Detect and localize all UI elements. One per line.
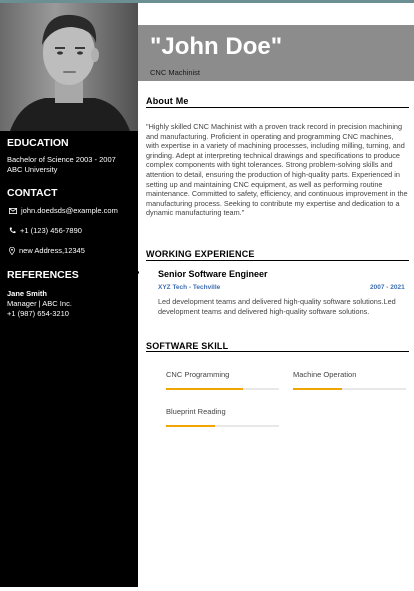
education-school: ABC University (7, 165, 58, 174)
job-company: XYZ Tech - Techville (158, 284, 221, 291)
skill-bar-fill (166, 388, 243, 390)
contact-email: john.doedsds@example.com (21, 206, 118, 215)
contact-email-row[interactable]: john.doedsds@example.com (9, 206, 118, 215)
skill-bar (166, 425, 279, 427)
skill-label: CNC Programming (166, 370, 230, 379)
skills-heading: SOFTWARE SKILL (146, 341, 229, 351)
about-heading: About Me (146, 96, 189, 106)
skill-bar (166, 388, 279, 390)
skill-bar-fill (293, 388, 342, 390)
skill-bar-fill (166, 425, 215, 427)
skill-label: Machine Operation (293, 370, 357, 379)
education-degree: Bachelor of Science 2003 - 2007 (7, 155, 116, 164)
about-divider (146, 107, 409, 108)
contact-address-row: new Address,12345 (9, 246, 85, 255)
job-title-subtitle: CNC Machinist (150, 68, 201, 77)
sidebar: EDUCATION Bachelor of Science 2003 - 200… (0, 3, 138, 587)
job-title: Senior Software Engineer (158, 269, 268, 279)
timeline-bullet (136, 271, 139, 274)
education-heading: EDUCATION (7, 137, 69, 149)
reference-phone: +1 (987) 654-3210 (7, 309, 69, 318)
phone-icon (9, 227, 16, 234)
skill-bar (293, 388, 406, 390)
name-header: "John Doe" CNC Machinist (138, 25, 414, 81)
job-dates: 2007 - 2021 (370, 284, 405, 291)
contact-address: new Address,12345 (19, 246, 85, 255)
skill-label: Blueprint Reading (166, 407, 226, 416)
experience-heading: WORKING EXPERIENCE (146, 249, 255, 259)
contact-phone: +1 (123) 456-7890 (20, 226, 82, 235)
reference-role: Manager | ABC Inc. (7, 299, 72, 308)
experience-divider (146, 260, 409, 261)
person-name: "John Doe" (150, 33, 283, 60)
about-text: "Highly skilled CNC Machinist with a pro… (146, 122, 408, 218)
job-description: Led development teams and delivered high… (158, 297, 396, 316)
location-pin-icon (9, 246, 15, 255)
contact-phone-row[interactable]: +1 (123) 456-7890 (9, 226, 82, 235)
envelope-icon (9, 207, 17, 214)
contact-heading: CONTACT (7, 187, 58, 199)
skills-divider (146, 351, 409, 352)
references-heading: REFERENCES (7, 269, 79, 281)
reference-name: Jane Smith (7, 289, 48, 298)
profile-photo (0, 3, 138, 131)
